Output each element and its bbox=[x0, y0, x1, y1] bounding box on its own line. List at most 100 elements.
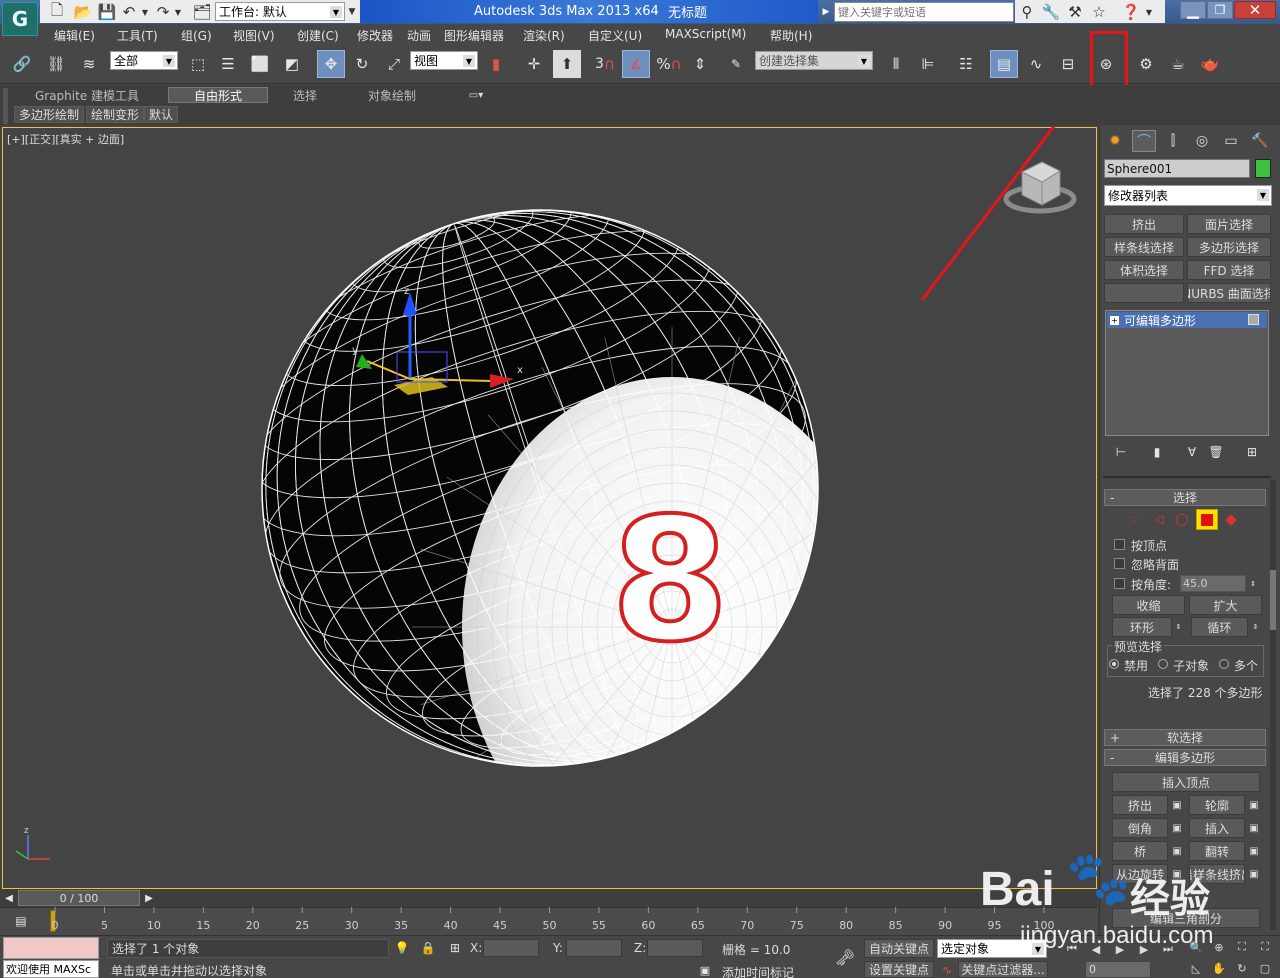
menu-item[interactable]: 工具(T) bbox=[117, 27, 158, 44]
add-time-tag-label[interactable]: 添加时间标记 bbox=[722, 964, 794, 978]
create-tab-icon[interactable]: ✹ bbox=[1103, 130, 1127, 152]
ribbon-tab[interactable]: 选择 bbox=[268, 87, 342, 103]
maxscript-mini-listener[interactable]: 欢迎使用 MAXSc bbox=[3, 960, 99, 978]
angle-spinner[interactable] bbox=[1180, 575, 1246, 592]
viewcube[interactable] bbox=[1003, 161, 1077, 214]
key-filters-button[interactable]: 关键点过滤器... bbox=[958, 961, 1048, 978]
object-color-swatch[interactable] bbox=[1255, 159, 1271, 178]
key-filter-icon[interactable]: ∿ bbox=[937, 961, 957, 978]
modify-tab-icon[interactable]: ⌒ bbox=[1132, 130, 1156, 152]
auto-key-button[interactable]: 自动关键点 bbox=[864, 939, 934, 958]
menu-item[interactable]: 渲染(R) bbox=[523, 27, 565, 44]
ribbon-subtab[interactable]: 多边形绘制 bbox=[14, 106, 84, 123]
workspace-dropdown[interactable]: 工作台: 默认 ▼ bbox=[215, 2, 345, 21]
show-end-result-icon[interactable]: ▮ bbox=[1148, 444, 1166, 460]
time-slider-thumb[interactable]: 0 / 100 bbox=[18, 890, 140, 906]
ribbon-grip[interactable] bbox=[3, 88, 8, 124]
move-icon[interactable]: ✥ bbox=[317, 50, 345, 78]
scale-icon[interactable]: ⤢ bbox=[382, 52, 406, 76]
settings-box-icon[interactable]: ▣ bbox=[1170, 797, 1184, 813]
customize-qat-icon[interactable]: ▼ bbox=[346, 3, 358, 21]
align-icon[interactable]: ⊫ bbox=[916, 52, 940, 76]
play-icon[interactable]: ▶ bbox=[1110, 940, 1130, 958]
graphite-toggle-icon[interactable]: ▤ bbox=[990, 50, 1018, 78]
modifier-quick-button[interactable]: FFD 选择 bbox=[1187, 260, 1271, 280]
select-object-icon[interactable]: ⬚ bbox=[186, 52, 210, 76]
render-setup-icon[interactable]: ⚙ bbox=[1134, 52, 1158, 76]
project-folder-icon[interactable]: 🗂 bbox=[192, 3, 211, 21]
prev-frame-icon[interactable]: ◀ bbox=[1086, 940, 1106, 958]
select-by-name-icon[interactable]: ☰ bbox=[216, 52, 240, 76]
save-file-icon[interactable]: 💾 bbox=[98, 3, 117, 21]
maximize-toggle-icon[interactable]: ▢ bbox=[1255, 959, 1275, 977]
loop-spinner-icon[interactable]: ⇕ bbox=[1250, 617, 1261, 637]
next-frame-icon[interactable]: ▶ bbox=[1134, 940, 1154, 958]
edit-poly-button[interactable]: 从边旋转 bbox=[1112, 864, 1168, 884]
ring-spinner-icon[interactable]: ⇕ bbox=[1173, 617, 1184, 637]
goto-end-icon[interactable]: ⏭ bbox=[1158, 940, 1178, 958]
add-time-tag-icon[interactable]: ▣ bbox=[696, 962, 714, 978]
menu-item[interactable]: 编辑(E) bbox=[54, 27, 95, 44]
rollout-edit-poly-header[interactable]: - 编辑多边形 bbox=[1104, 749, 1266, 766]
vertex-mode-icon[interactable]: ∵ bbox=[1125, 510, 1143, 528]
menu-item[interactable]: 视图(V) bbox=[233, 27, 275, 44]
schematic-view-icon[interactable]: ⊟ bbox=[1056, 52, 1080, 76]
link-icon[interactable]: 🔗 bbox=[10, 52, 34, 76]
key-mode-dropdown[interactable]: 选定对象 ▼ bbox=[937, 939, 1047, 958]
settings-box-icon[interactable]: ▣ bbox=[1247, 820, 1261, 836]
menu-item[interactable]: 图形编辑器 bbox=[444, 27, 504, 44]
pivot-center-icon[interactable]: ▮ bbox=[484, 52, 508, 76]
edit-poly-button[interactable]: 插入 bbox=[1189, 818, 1245, 838]
help-dropdown-icon[interactable]: ▼ bbox=[1144, 3, 1154, 21]
ribbon-options-icon[interactable]: ▭▾ bbox=[464, 88, 488, 102]
named-selection-sets[interactable]: 创建选择集 ▼ bbox=[755, 51, 873, 70]
settings-box-icon[interactable]: ▣ bbox=[1247, 797, 1261, 813]
edit-triangulation-button[interactable]: 编辑三角剖分 bbox=[1112, 908, 1260, 928]
preview-multi-radio[interactable] bbox=[1219, 659, 1229, 669]
zoom-icon[interactable]: 🔍 bbox=[1186, 938, 1206, 956]
menu-item[interactable]: MAXScript(M) bbox=[665, 27, 746, 41]
bind-spacewarp-icon[interactable]: ≋ bbox=[77, 52, 101, 76]
maxscript-listener-pink[interactable] bbox=[3, 937, 99, 959]
selection-filter-dropdown[interactable]: 全部 ▼ bbox=[110, 51, 178, 70]
ribbon-subtab[interactable]: 默认 bbox=[144, 106, 178, 123]
app-logo-button[interactable]: G bbox=[2, 2, 38, 36]
isolate-selection-icon[interactable]: 💡 bbox=[394, 939, 410, 957]
modifier-quick-button[interactable]: 体积选择 bbox=[1104, 260, 1184, 280]
orbit-icon[interactable]: ↻ bbox=[1232, 959, 1252, 977]
ignore-backfacing-checkbox[interactable] bbox=[1114, 558, 1125, 569]
set-key-button[interactable]: 设置关键点 bbox=[864, 961, 934, 978]
rotate-icon[interactable]: ↻ bbox=[350, 52, 374, 76]
configure-sets-icon[interactable]: ⊞ bbox=[1243, 444, 1261, 460]
settings-box-icon[interactable]: ▣ bbox=[1247, 866, 1261, 882]
edit-poly-button[interactable]: 倒角 bbox=[1112, 818, 1168, 838]
redo-icon[interactable]: ↷ bbox=[154, 3, 172, 21]
undo-dropdown-icon[interactable]: ▼ bbox=[140, 3, 150, 21]
display-tab-icon[interactable]: ▭ bbox=[1219, 130, 1243, 152]
lock-selection-icon[interactable]: 🔒 bbox=[420, 939, 436, 957]
edit-poly-button[interactable]: 挤出 bbox=[1112, 795, 1168, 815]
hierarchy-tab-icon[interactable]: ⫿ bbox=[1161, 130, 1185, 152]
absolute-mode-icon[interactable]: ⊞ bbox=[446, 939, 464, 957]
object-name-field[interactable] bbox=[1104, 159, 1250, 178]
select-manipulate-icon[interactable]: ✛ bbox=[522, 52, 546, 76]
menu-item[interactable]: 修改器 bbox=[357, 27, 393, 44]
x-coord-field[interactable] bbox=[483, 939, 539, 957]
remove-modifier-icon[interactable]: 🗑 bbox=[1207, 444, 1225, 460]
render-production-icon[interactable]: 🫖 bbox=[1198, 52, 1222, 76]
settings-box-icon[interactable]: ▣ bbox=[1170, 820, 1184, 836]
goto-start-icon[interactable]: ⏮ bbox=[1062, 940, 1082, 958]
rollout-soft-selection-header[interactable]: + 软选择 bbox=[1104, 729, 1266, 746]
open-file-icon[interactable]: 📂 bbox=[74, 3, 93, 21]
modifier-quick-button[interactable]: 样条线选择 bbox=[1104, 237, 1184, 257]
stack-item-toggle-icon[interactable] bbox=[1248, 314, 1259, 325]
insert-vertex-button[interactable]: 插入顶点 bbox=[1112, 772, 1260, 792]
keyboard-shortcut-icon[interactable]: ⬆ bbox=[553, 50, 581, 78]
help-icon[interactable]: ❓ bbox=[1122, 3, 1141, 21]
stack-item-editable-poly[interactable]: + 可编辑多边形 bbox=[1107, 312, 1267, 328]
mirror-icon[interactable]: ⫴ bbox=[884, 52, 908, 76]
snaps-toggle-icon[interactable]: 3 ∩ bbox=[592, 52, 618, 76]
menu-item[interactable]: 动画 bbox=[407, 27, 431, 44]
by-angle-checkbox[interactable] bbox=[1114, 578, 1125, 589]
settings-box-icon[interactable]: ▣ bbox=[1247, 843, 1261, 859]
